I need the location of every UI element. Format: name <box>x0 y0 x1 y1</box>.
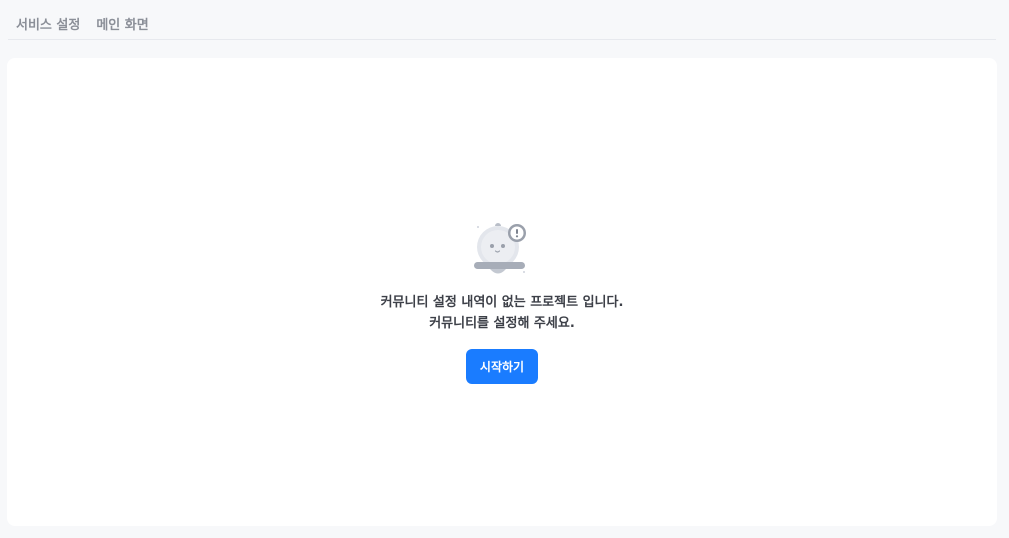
empty-state: 커뮤니티 설정 내역이 없는 프로젝트 입니다. 커뮤니티를 설정해 주세요. … <box>7 220 997 384</box>
empty-message: 커뮤니티 설정 내역이 없는 프로젝트 입니다. 커뮤니티를 설정해 주세요. <box>381 292 624 334</box>
app-frame: 서비스 설정 메인 화면 커뮤니티 설정 내역이 없는 프로젝트 입니다. 커뮤… <box>0 0 1009 538</box>
breadcrumb: 서비스 설정 메인 화면 <box>16 12 149 34</box>
content-panel: 커뮤니티 설정 내역이 없는 프로젝트 입니다. 커뮤니티를 설정해 주세요. … <box>7 58 997 526</box>
empty-message-line-1: 커뮤니티 설정 내역이 없는 프로젝트 입니다. <box>380 295 624 310</box>
breadcrumb-item-main-screen[interactable]: 메인 화면 <box>96 14 148 33</box>
breadcrumb-item-service-settings[interactable]: 서비스 설정 <box>16 14 80 33</box>
start-button[interactable]: 시작하기 <box>466 349 538 384</box>
bell-alert-icon <box>474 223 526 274</box>
header-divider <box>8 39 996 40</box>
empty-message-line-2: 커뮤니티를 설정해 주세요. <box>429 316 575 331</box>
